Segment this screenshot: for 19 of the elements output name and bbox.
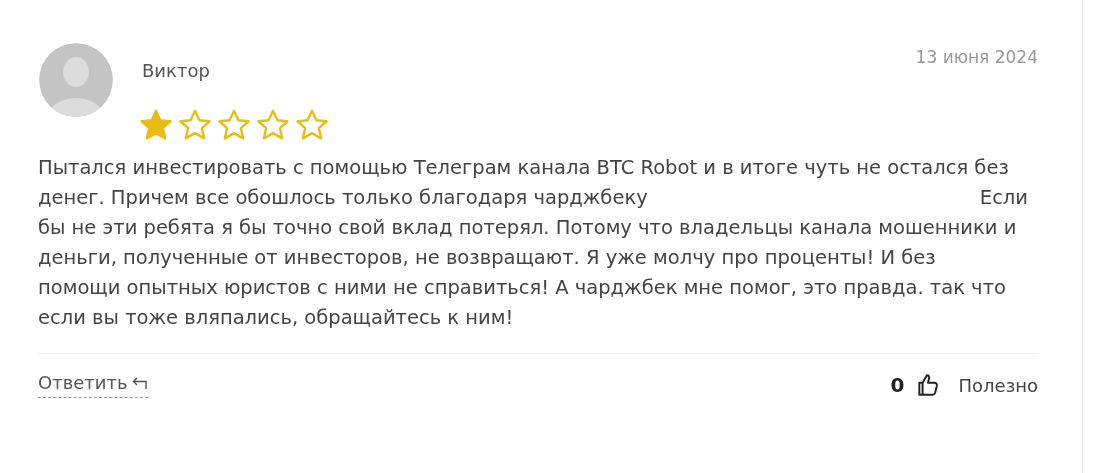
reply-arrow-icon — [131, 375, 148, 390]
review-text: денег. Причем все обошлось только благодаря чарджбеку — [38, 185, 648, 211]
star-icon — [216, 107, 252, 143]
like-count: 0 — [890, 373, 905, 397]
author-name: Виктор — [142, 60, 211, 81]
helpful-button[interactable]: Полезно — [958, 374, 1038, 396]
star-icon — [255, 107, 291, 143]
review-text: бы не эти ребята я бы точно свой вклад потерял. Потому что владельцы канала мошенники и — [38, 215, 1017, 241]
review-text: если вы тоже вляпались, обращайтесь к ним! — [38, 305, 514, 331]
reply-link[interactable]: Ответить — [38, 372, 148, 398]
star-icon — [294, 107, 330, 143]
avatar-icon — [38, 42, 114, 118]
star-icon — [177, 107, 213, 143]
star-icon — [138, 107, 174, 143]
review-date: 13 июня 2024 — [915, 47, 1038, 67]
review-text: помощи опытных юристов с ними не справиться! А чарджбек мне помог, это правда. так что — [38, 275, 1006, 301]
review-text: деньги, полученные от инвесторов, не возвращают. Я уже молчу про проценты! И без — [38, 245, 936, 271]
review-text: Если — [979, 185, 1028, 211]
review-text: Пытался инвестировать с помощью Телеграм канала BTC Robot и в итоге чуть не остался без — [38, 155, 1009, 181]
